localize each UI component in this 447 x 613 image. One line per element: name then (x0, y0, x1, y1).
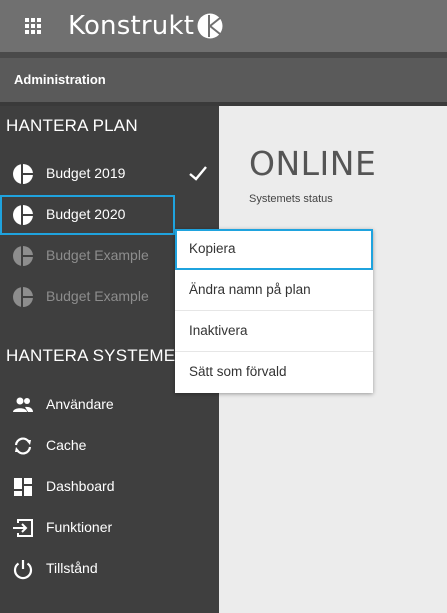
menu-item-copy[interactable]: Kopiera (175, 229, 373, 270)
sidebar-item-label: Budget 2020 (46, 206, 126, 222)
sidebar-item-label: Tillstånd (46, 560, 98, 576)
menu-item-label: Kopiera (189, 241, 236, 256)
top-bar: Konstrukt (0, 0, 447, 52)
sidebar-item-budget-2019[interactable]: Budget 2019 (0, 154, 219, 192)
system-status: ONLINE (249, 144, 377, 183)
pie-chart-icon (13, 246, 33, 266)
plan-section-title: HANTERA PLAN (6, 116, 138, 135)
check-icon (189, 166, 207, 181)
sidebar-item-budget-2020[interactable]: Budget 2020 (0, 195, 175, 235)
apps-grid-icon[interactable] (25, 18, 41, 34)
sidebar-item-dashboard[interactable]: Dashboard (0, 467, 219, 505)
sidebar-item-label: Budget Example (46, 247, 149, 263)
sidebar-item-tillstand[interactable]: Tillstånd (0, 549, 219, 587)
app-name: Konstrukt (68, 11, 195, 41)
pie-chart-icon (13, 164, 33, 184)
sidebar-item-label: Budget 2019 (46, 165, 126, 181)
konstrukt-logo-icon (197, 13, 223, 39)
sidebar-item-label: Cache (46, 437, 87, 453)
brand[interactable]: Konstrukt (68, 11, 223, 41)
menu-item-label: Sätt som förvald (189, 364, 287, 379)
admin-title: Administration (14, 72, 106, 87)
sidebar-item-functions[interactable]: Funktioner (0, 508, 219, 546)
sidebar-item-label: Budget Example (46, 288, 149, 304)
menu-item-label: Ändra namn på plan (189, 282, 311, 297)
menu-item-set-default[interactable]: Sätt som förvald (175, 352, 373, 393)
pie-chart-icon (13, 205, 33, 225)
sidebar-item-label: Användare (46, 396, 114, 412)
dashboard-icon (14, 478, 32, 496)
menu-item-rename[interactable]: Ändra namn på plan (175, 270, 373, 311)
menu-item-deactivate[interactable]: Inaktivera (175, 311, 373, 352)
pie-chart-icon (13, 287, 33, 307)
admin-bar: Administration (0, 58, 447, 106)
sidebar-item-label: Dashboard (46, 478, 115, 494)
sidebar-item-label: Funktioner (46, 519, 113, 535)
functions-icon (13, 519, 33, 537)
refresh-icon (14, 437, 32, 455)
sidebar-item-cache[interactable]: Cache (0, 426, 219, 464)
context-menu: Kopiera Ändra namn på plan Inaktivera Sä… (175, 229, 373, 393)
power-icon (13, 560, 33, 580)
users-icon (13, 397, 33, 412)
menu-item-label: Inaktivera (189, 323, 248, 338)
system-status-label: Systemets status (249, 193, 333, 205)
